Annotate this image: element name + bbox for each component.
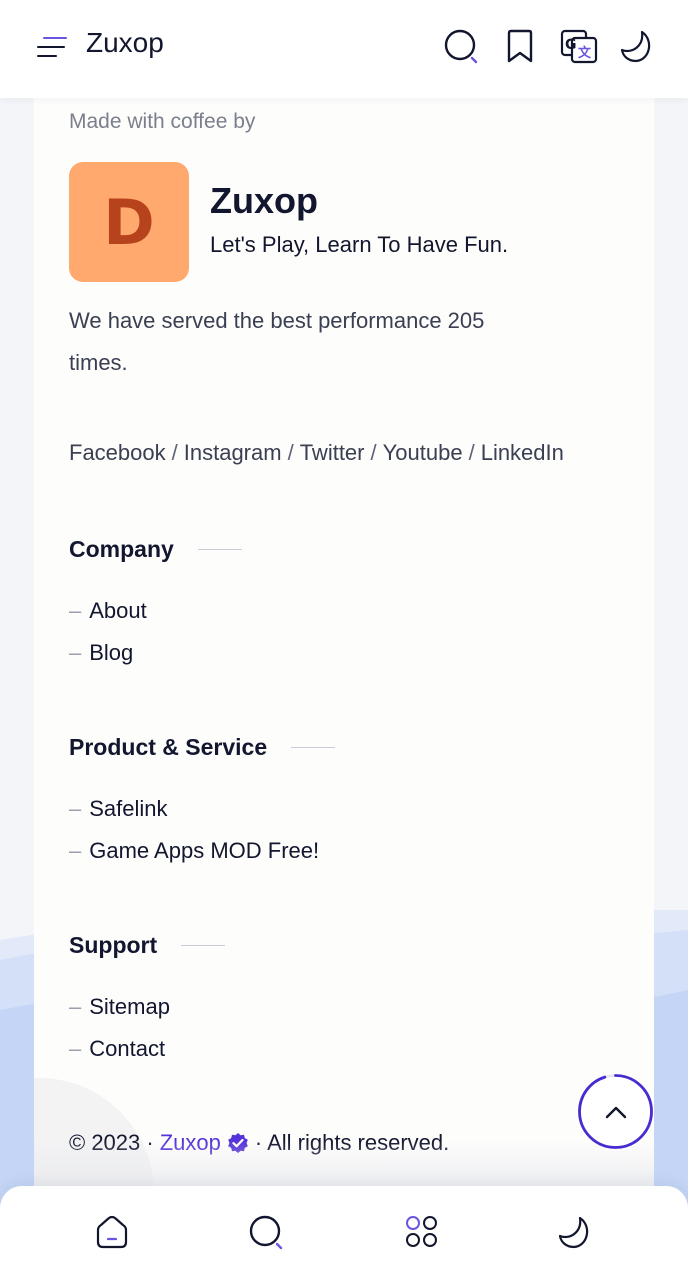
social-link-facebook[interactable]: Facebook (69, 440, 166, 465)
dash-marker: – (69, 1036, 82, 1061)
translate-icon[interactable]: G 文 (560, 28, 598, 64)
social-links: Facebook / Instagram / Twitter / Youtube / Linke… (69, 440, 564, 466)
section-title-text: Support (69, 932, 158, 958)
bookmark-icon[interactable] (502, 28, 538, 64)
home-icon[interactable] (94, 1214, 130, 1250)
section-divider (181, 945, 226, 946)
header-brand[interactable]: Zuxop (86, 27, 164, 59)
svg-text:文: 文 (578, 45, 592, 61)
dash-marker: – (69, 838, 82, 863)
social-link-twitter[interactable]: Twitter (300, 440, 365, 465)
social-link-youtube[interactable]: Youtube (383, 440, 463, 465)
search-icon[interactable] (443, 28, 479, 64)
link-label: Contact (89, 1036, 166, 1061)
link-label: Safelink (89, 796, 168, 821)
served-text: We have served the best performance 205 … (69, 308, 485, 375)
bottom-navigation (0, 1186, 688, 1280)
social-separator: / (287, 440, 294, 465)
footer-link-game-apps[interactable]: – Game Apps MOD Free! (69, 838, 319, 864)
top-header: Zuxop G 文 (0, 0, 688, 98)
dash-marker: – (69, 598, 82, 623)
moon-icon[interactable] (620, 28, 656, 64)
dash-marker: – (69, 994, 82, 1019)
link-label: Game Apps MOD Free! (89, 838, 320, 863)
brand-logo: D (69, 162, 189, 282)
section-title-text: Product & Service (69, 734, 268, 760)
dash-marker: – (69, 640, 82, 665)
social-separator: / (171, 440, 178, 465)
footer-link-contact[interactable]: – Contact (69, 1036, 165, 1062)
footer-link-about[interactable]: – About (69, 598, 147, 624)
scroll-to-top-button[interactable] (577, 1073, 654, 1150)
dash-marker: – (69, 796, 82, 821)
footer-link-sitemap[interactable]: – Sitemap (69, 994, 170, 1020)
social-link-linkedin[interactable]: LinkedIn (481, 440, 564, 465)
section-title-product-service: Product & Service (69, 734, 336, 761)
section-title-company: Company (69, 536, 242, 563)
svg-text:G: G (565, 37, 577, 53)
section-title-text: Company (69, 536, 174, 562)
section-title-support: Support (69, 932, 226, 959)
apps-grid-icon[interactable] (404, 1214, 440, 1250)
brand-tagline: Let's Play, Learn To Have Fun. (210, 232, 509, 257)
search-icon[interactable] (248, 1214, 284, 1250)
menu-icon[interactable] (34, 30, 70, 64)
brand-name: Zuxop (210, 180, 318, 221)
social-link-instagram[interactable]: Instagram (184, 440, 282, 465)
social-separator: / (370, 440, 377, 465)
section-divider (197, 549, 242, 550)
link-label: About (89, 598, 147, 623)
made-with-text: Made with coffee by (69, 110, 256, 133)
section-divider (291, 747, 336, 748)
footer-card: Made with coffee by D Zuxop Let's Play, … (34, 98, 654, 1208)
footer-link-blog[interactable]: – Blog (69, 640, 133, 666)
scroll-progress-ring (578, 1074, 653, 1149)
link-label: Sitemap (89, 994, 170, 1019)
social-separator: / (468, 440, 475, 465)
footer-link-safelink[interactable]: – Safelink (69, 796, 168, 822)
link-label: Blog (89, 640, 134, 665)
logo-letter: D (103, 185, 155, 259)
moon-icon[interactable] (558, 1214, 594, 1250)
card-bottom-fade (34, 1140, 654, 1190)
